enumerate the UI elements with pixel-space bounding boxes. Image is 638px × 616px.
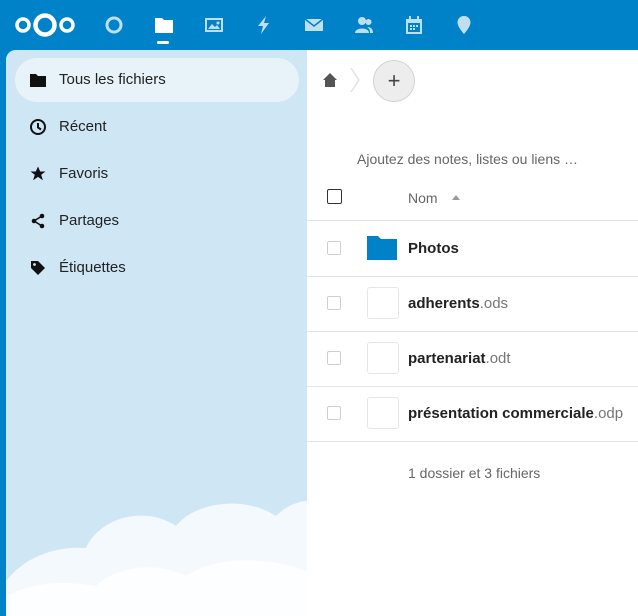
share-icon bbox=[31, 213, 45, 229]
calendar-icon bbox=[406, 16, 422, 34]
file-list-header: Nom bbox=[307, 170, 638, 221]
file-summary: 1 dossier et 3 fichiers bbox=[408, 465, 541, 481]
home-icon[interactable] bbox=[322, 72, 338, 88]
file-name[interactable]: adherents.ods bbox=[408, 295, 508, 312]
sidebar-item-shares[interactable]: Partages bbox=[15, 199, 299, 243]
file-name[interactable]: partenariat.odt bbox=[408, 350, 511, 367]
files-app-icon[interactable] bbox=[151, 12, 177, 38]
breadcrumb-separator bbox=[350, 67, 360, 93]
file-list-panel: + Ajoutez des notes, listes ou liens … N… bbox=[307, 50, 638, 616]
file-row[interactable]: Photos bbox=[307, 221, 638, 277]
sidebar-item-favorites[interactable]: Favoris bbox=[15, 152, 299, 196]
maps-app-icon[interactable] bbox=[451, 12, 477, 38]
lightning-icon bbox=[258, 16, 269, 34]
active-app-indicator bbox=[157, 41, 169, 44]
file-thumbnail bbox=[367, 287, 399, 319]
folder-icon bbox=[367, 236, 397, 260]
rich-workspace-notes[interactable]: Ajoutez des notes, listes ou liens … bbox=[357, 151, 578, 167]
calendar-app-icon[interactable] bbox=[401, 12, 427, 38]
file-name[interactable]: présentation commerciale.odp bbox=[408, 405, 623, 422]
column-header-name[interactable]: Nom bbox=[408, 190, 438, 206]
row-checkbox[interactable] bbox=[327, 296, 341, 310]
dashboard-app-icon[interactable] bbox=[101, 12, 127, 38]
row-checkbox[interactable] bbox=[327, 406, 341, 420]
sidebar-item-label: Tous les fichiers bbox=[59, 71, 166, 88]
folder-icon bbox=[155, 18, 173, 33]
file-row[interactable]: présentation commerciale.odp bbox=[307, 386, 638, 442]
row-checkbox[interactable] bbox=[327, 241, 341, 255]
mail-app-icon[interactable] bbox=[301, 12, 327, 38]
add-new-button[interactable]: + bbox=[373, 60, 415, 102]
file-thumbnail bbox=[367, 342, 399, 374]
sidebar-item-label: Favoris bbox=[59, 165, 109, 182]
nextcloud-logo[interactable] bbox=[14, 10, 76, 40]
activity-app-icon[interactable] bbox=[251, 12, 277, 38]
sort-ascending-icon bbox=[452, 195, 460, 200]
sidebar-item-label: Partages bbox=[59, 212, 120, 229]
folder-icon bbox=[30, 74, 46, 87]
contacts-icon bbox=[355, 17, 373, 33]
sidebar-item-recent[interactable]: Récent bbox=[15, 105, 299, 149]
mail-icon bbox=[304, 18, 324, 31]
sidebar-item-label: Récent bbox=[59, 118, 107, 135]
sidebar-item-tags[interactable]: Étiquettes bbox=[15, 246, 299, 290]
map-pin-icon bbox=[457, 16, 471, 34]
sidebar-item-all-files[interactable]: Tous les fichiers bbox=[15, 58, 299, 102]
file-row[interactable]: adherents.ods bbox=[307, 276, 638, 332]
app-content: Tous les fichiers Récent Favoris Partage… bbox=[6, 50, 638, 616]
file-row[interactable]: partenariat.odt bbox=[307, 331, 638, 387]
image-icon bbox=[205, 18, 223, 32]
clock-icon bbox=[30, 119, 46, 135]
photos-app-icon[interactable] bbox=[201, 12, 227, 38]
contacts-app-icon[interactable] bbox=[351, 12, 377, 38]
tag-icon bbox=[31, 261, 45, 275]
select-all-checkbox[interactable] bbox=[327, 189, 342, 204]
row-checkbox[interactable] bbox=[327, 351, 341, 365]
top-bar bbox=[0, 0, 638, 50]
circle-icon bbox=[105, 16, 123, 34]
sidebar-item-label: Étiquettes bbox=[59, 259, 126, 276]
star-icon bbox=[30, 166, 46, 181]
file-name[interactable]: Photos bbox=[408, 240, 459, 257]
file-thumbnail bbox=[367, 397, 399, 429]
cloud-background bbox=[6, 501, 307, 616]
sidebar: Tous les fichiers Récent Favoris Partage… bbox=[6, 50, 307, 616]
